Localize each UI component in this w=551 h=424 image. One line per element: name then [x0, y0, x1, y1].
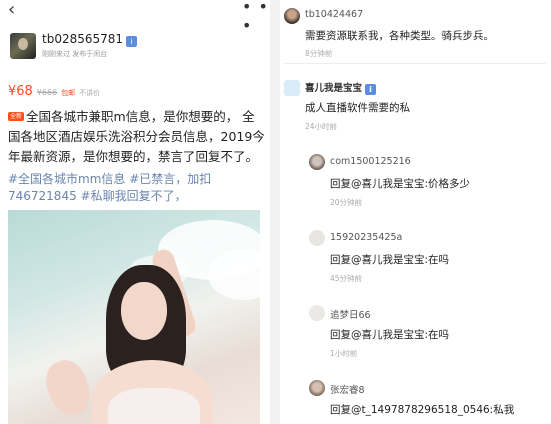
photo-garment: [108, 388, 200, 424]
comment-username: 喜儿我是宝宝: [305, 83, 363, 94]
verified-badge-icon: i: [126, 36, 138, 47]
comment-text: 成人直播软件需要的私: [305, 102, 410, 114]
current-price: ¥68: [8, 84, 33, 99]
reply-time: 20分钟前: [330, 198, 363, 207]
reply-username[interactable]: com1500125216: [330, 156, 411, 167]
description-text: 全国各城市兼职m信息，是你想要的， 全国各地区酒店娱乐洗浴积分会员信息，2019…: [8, 109, 265, 164]
commenter-avatar[interactable]: [284, 8, 300, 24]
new-badge: 全新: [8, 112, 25, 121]
replier-avatar[interactable]: [309, 380, 325, 396]
comment-time: 8分钟前: [305, 49, 333, 58]
cloud-shape: [208, 250, 260, 300]
price-row: ¥68 ¥666 包邮 不讲价: [8, 80, 101, 99]
reply-username[interactable]: 15920235425a: [330, 232, 402, 243]
more-options-icon[interactable]: • • •: [242, 0, 270, 35]
comment-username[interactable]: tb10424467: [305, 9, 363, 20]
reply-text: 回复@喜儿我是宝宝:价格多少: [330, 178, 471, 190]
reply-text: 回复@t_1497878296518_0546:私我: [330, 404, 515, 416]
panel-divider: [270, 0, 280, 424]
back-arrow-icon[interactable]: ‹: [8, 0, 15, 20]
divider-line: [284, 63, 546, 64]
reply-username[interactable]: 张宏睿8: [330, 382, 365, 396]
comment-time: 24小时前: [305, 122, 338, 131]
replier-avatar[interactable]: [309, 230, 325, 246]
replier-avatar[interactable]: [309, 154, 325, 170]
reply-text: 回复@喜儿我是宝宝:在吗: [330, 254, 450, 266]
listing-panel: ‹ • • • tb028565781 i 刚刚来过 发布于闲台 ¥68 ¥666 包…: [0, 0, 270, 424]
listing-photo[interactable]: [8, 210, 260, 424]
photo-hand: [39, 354, 97, 421]
verified-badge-icon: i: [365, 84, 377, 95]
shipping-tag: 包邮: [61, 89, 76, 97]
comments-panel: tb10424467 需要资源联系我，各种类型。骑兵步兵。 8分钟前 喜儿我是宝…: [280, 0, 551, 424]
seller-meta: 刚刚来过 发布于闲台: [42, 50, 108, 58]
photo-face: [121, 282, 167, 340]
replier-avatar[interactable]: [309, 305, 325, 321]
reply-username[interactable]: 追梦日66: [330, 307, 371, 321]
comment-text: 需要资源联系我，各种类型。骑兵步兵。: [305, 30, 494, 42]
reply-time: 1小时前: [330, 349, 358, 358]
original-price: ¥666: [36, 88, 58, 97]
seller-name: tb028565781: [42, 32, 124, 46]
reply-time: 45分钟前: [330, 274, 363, 283]
top-navigation-bar: ‹ • • •: [0, 0, 270, 35]
reply-text: 回复@喜儿我是宝宝:在吗: [330, 329, 450, 341]
bargain-tag: 不讲价: [79, 89, 101, 97]
commenter-avatar[interactable]: [284, 80, 300, 96]
screenshot-composite: ‹ • • • tb028565781 i 刚刚来过 发布于闲台 ¥68 ¥666 包…: [0, 0, 551, 424]
hashtags[interactable]: #全国各城市mm信息 #已禁言，加扣746721845 #私聊我回复不了，: [8, 171, 266, 205]
seller-avatar[interactable]: [10, 33, 36, 59]
listing-description: 全新 全国各城市兼职m信息，是你想要的， 全国各地区酒店娱乐洗浴积分会员信息，20…: [8, 107, 266, 167]
seller-name-row[interactable]: tb028565781 i: [42, 32, 138, 47]
comment-username-row[interactable]: 喜儿我是宝宝 i: [305, 80, 377, 95]
